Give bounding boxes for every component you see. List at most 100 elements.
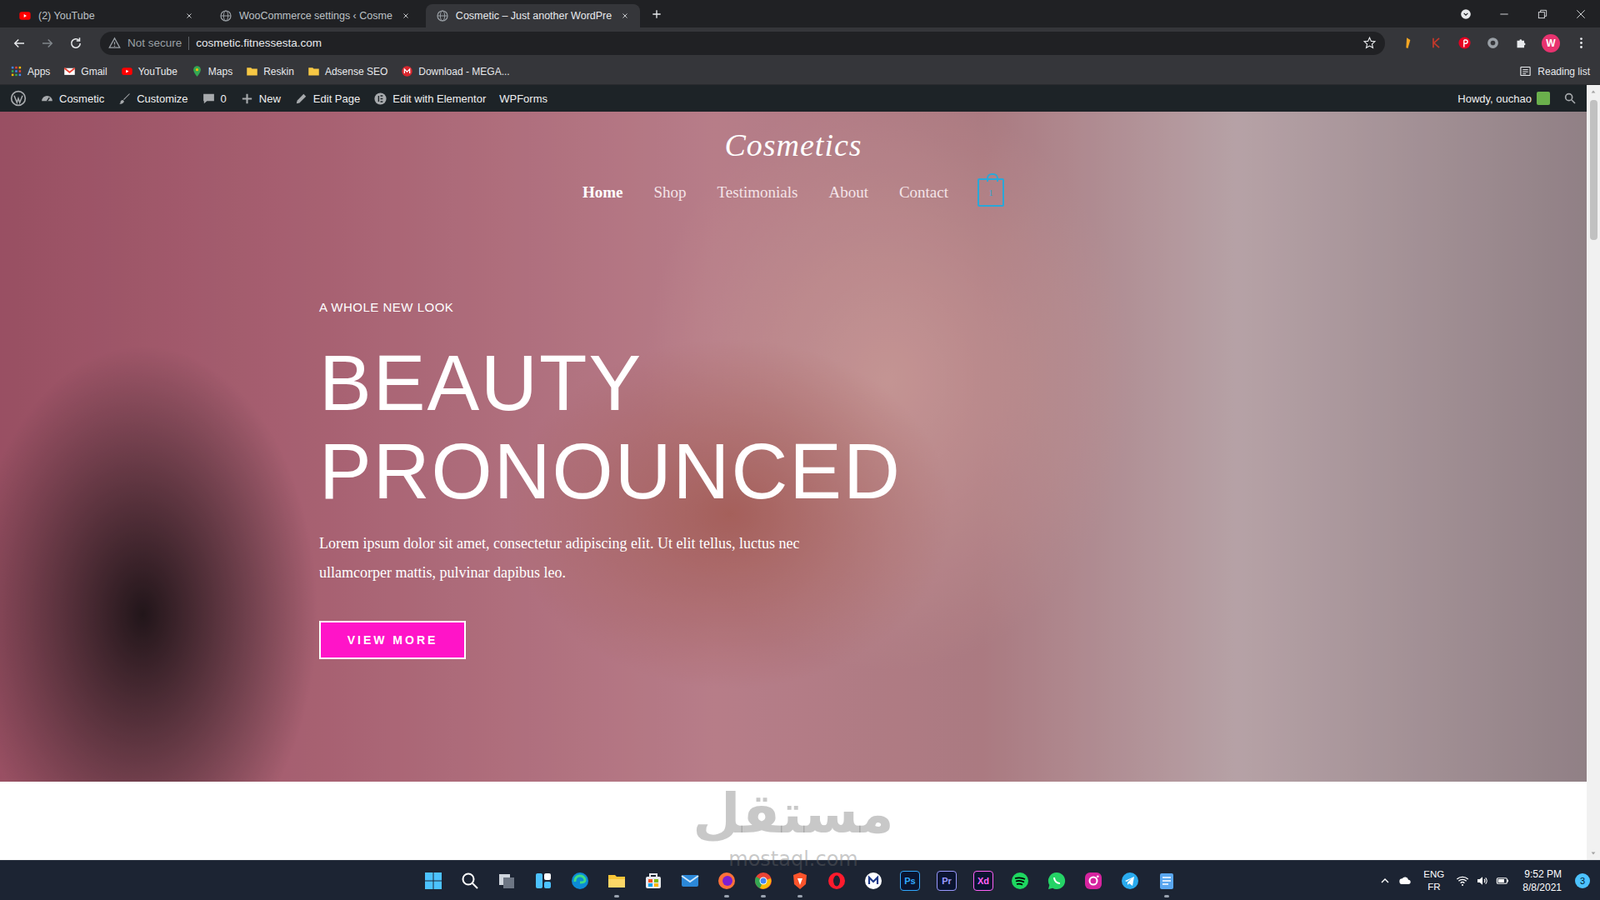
bookmark[interactable]: Apps <box>10 65 50 78</box>
close-icon[interactable] <box>1561 0 1600 28</box>
wifi-icon[interactable] <box>1455 874 1470 888</box>
account-menu[interactable]: Howdy, ouchao <box>1450 85 1557 112</box>
admin-search[interactable] <box>1556 85 1584 112</box>
telegram-icon <box>1120 870 1140 891</box>
brush-icon <box>117 91 132 106</box>
admin-bar-item[interactable]: WPForms <box>492 85 555 112</box>
widgets-icon <box>533 870 554 891</box>
scroll-up-icon[interactable] <box>1586 85 1600 99</box>
taskbar-app[interactable] <box>525 862 562 900</box>
search-icon <box>1563 91 1577 105</box>
star-icon[interactable] <box>1362 35 1377 50</box>
nav-link[interactable]: Home <box>582 183 624 202</box>
taskbar-app[interactable] <box>598 862 635 900</box>
taskbar-app[interactable] <box>1148 862 1185 900</box>
nav-link[interactable]: Testimonials <box>717 183 799 202</box>
taskbar-app[interactable] <box>781 862 819 900</box>
admin-bar-item[interactable]: Edit with Elementor <box>366 85 493 112</box>
taskbar-app[interactable]: Ps <box>891 862 929 900</box>
close-icon[interactable] <box>182 9 196 23</box>
pinterest-icon[interactable] <box>1451 30 1477 56</box>
site-header: Cosmetics Home Shop Testimonials About Contac… <box>0 111 1587 207</box>
taskbar-app[interactable] <box>488 862 525 900</box>
youtube-icon <box>120 65 134 78</box>
extension-orange-icon[interactable] <box>1395 30 1420 56</box>
hero-content: A WHOLE NEW LOOKBEAUTYPRONOUNCEDLorem ip… <box>0 300 1587 660</box>
volume-icon[interactable] <box>1475 874 1490 888</box>
admin-bar-item[interactable]: Cosmetic <box>33 85 111 112</box>
close-icon[interactable] <box>399 9 413 23</box>
running-indicator <box>1164 895 1170 898</box>
onedrive-cloud-icon[interactable] <box>1398 874 1412 888</box>
browser-tab[interactable]: Cosmetic – Just another WordPre <box>425 4 640 28</box>
nav-link[interactable]: About <box>828 183 869 202</box>
taskbar-app[interactable] <box>1075 862 1112 900</box>
bookmark[interactable]: YouTube <box>120 65 178 78</box>
language-indicator[interactable]: ENGFR <box>1423 868 1445 894</box>
mega-icon <box>400 65 414 78</box>
taskbar-app[interactable] <box>415 862 452 900</box>
minimize-icon[interactable] <box>1485 0 1524 28</box>
view-more-button[interactable]: VIEW MORE <box>319 620 466 660</box>
taskbar-app[interactable] <box>671 862 709 900</box>
chevron-up-icon[interactable] <box>1378 874 1392 888</box>
reading-list[interactable]: Reading list <box>1519 65 1590 78</box>
windows-taskbar: PsPrXd ENGFR 9:52 PM8/8/2021 3 <box>0 860 1600 900</box>
clock[interactable]: 9:52 PM8/8/2021 <box>1522 867 1562 895</box>
tab-search-icon[interactable] <box>1446 0 1485 28</box>
wp-admin-bar: CosmeticCustomize0NewEdit PageEdit with … <box>0 85 1587 112</box>
taskbar-app[interactable]: Pr <box>928 862 965 900</box>
puzzle-icon[interactable] <box>1508 30 1534 56</box>
watermark: مستقلmostaql.com <box>0 778 1587 872</box>
browser-tab[interactable]: (2) YouTube <box>8 4 205 28</box>
notification-badge[interactable]: 3 <box>1575 873 1590 889</box>
bookmark[interactable]: Maps <box>190 65 233 78</box>
admin-bar-item[interactable]: Edit Page <box>287 85 367 112</box>
taskbar-app[interactable] <box>561 862 599 900</box>
bookmark[interactable]: Reskin <box>245 65 295 78</box>
running-indicator <box>760 895 766 898</box>
taskbar-app[interactable] <box>635 862 672 900</box>
nav-link[interactable]: Shop <box>654 183 687 202</box>
taskbar-app[interactable] <box>451 862 489 900</box>
plus-icon[interactable] <box>645 2 669 26</box>
extension-gray-icon[interactable] <box>1480 30 1505 56</box>
wordpress-icon <box>10 90 27 107</box>
scroll-thumb[interactable] <box>1590 100 1598 240</box>
taskbar-app[interactable] <box>1001 862 1039 900</box>
admin-bar-item[interactable]: 0 <box>195 85 234 112</box>
taskbar-app[interactable] <box>818 862 855 900</box>
bookmark[interactable]: Gmail <box>63 65 107 78</box>
spotify-icon <box>1010 870 1030 891</box>
menu-dots-icon[interactable] <box>1568 30 1594 56</box>
address-bar[interactable]: Not securecosmetic.fitnessesta.com <box>100 31 1385 55</box>
battery-icon[interactable] <box>1495 874 1510 888</box>
taskbar-app[interactable] <box>1111 862 1149 900</box>
admin-bar-item[interactable]: Customize <box>110 85 195 112</box>
cart-icon[interactable]: 1 <box>977 178 1005 207</box>
browser-tab[interactable]: WooCommerce settings ‹ Cosme <box>209 4 421 28</box>
bookmark[interactable]: Download - MEGA... <box>400 65 510 78</box>
forward-arrow-icon[interactable] <box>35 30 60 56</box>
nav-link[interactable]: Contact <box>899 183 949 202</box>
taskbar-app[interactable] <box>745 862 782 900</box>
scroll-down-icon[interactable] <box>1586 846 1600 860</box>
site-logo[interactable]: Cosmetics <box>724 126 862 164</box>
taskbar-app[interactable]: Xd <box>965 862 1002 900</box>
taskbar-app[interactable] <box>855 862 892 900</box>
admin-bar-item[interactable]: New <box>233 85 288 112</box>
whatsapp-icon <box>1046 870 1067 891</box>
taskbar-app[interactable] <box>1038 862 1075 900</box>
reload-icon[interactable] <box>63 30 89 56</box>
running-indicator <box>724 895 730 898</box>
web-page: CosmeticCustomize0NewEdit PageEdit with … <box>0 85 1587 860</box>
scrollbar[interactable] <box>1586 85 1600 860</box>
restore-icon[interactable] <box>1523 0 1562 28</box>
extension-k-icon[interactable] <box>1423 30 1449 56</box>
close-icon[interactable] <box>618 9 632 23</box>
bookmark[interactable]: Adsense SEO <box>307 65 388 78</box>
taskbar-app[interactable] <box>708 862 745 900</box>
wp-logo[interactable] <box>3 85 34 112</box>
profile-avatar[interactable]: W <box>1541 34 1560 53</box>
back-arrow-icon[interactable] <box>6 30 32 56</box>
